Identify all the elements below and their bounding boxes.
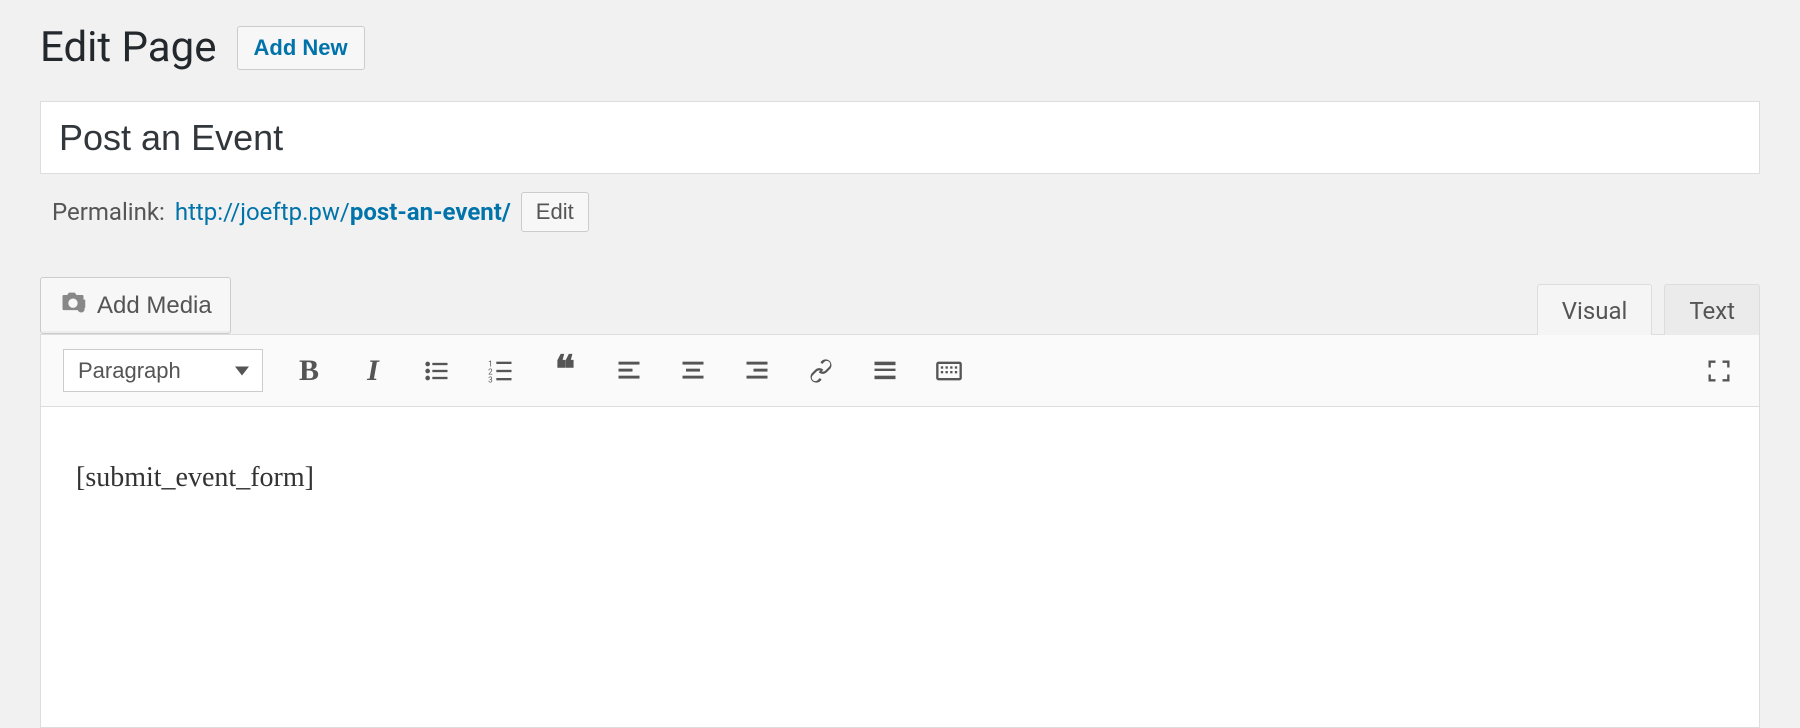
- add-media-button[interactable]: Add Media: [40, 277, 231, 334]
- link-icon: [807, 357, 835, 385]
- tab-visual[interactable]: Visual: [1537, 284, 1653, 335]
- numbered-list-button[interactable]: 123: [483, 353, 519, 389]
- add-media-label: Add Media: [97, 292, 212, 320]
- fullscreen-icon: [1705, 357, 1733, 385]
- align-left-icon: [615, 357, 643, 385]
- read-more-button[interactable]: [867, 353, 903, 389]
- align-right-icon: [743, 357, 771, 385]
- format-select[interactable]: Paragraph: [63, 349, 263, 392]
- toolbar-toggle-button[interactable]: [931, 353, 967, 389]
- blockquote-button[interactable]: ❝: [547, 353, 583, 389]
- link-button[interactable]: [803, 353, 839, 389]
- keyboard-icon: [935, 357, 963, 385]
- align-center-button[interactable]: [675, 353, 711, 389]
- permalink-base: http://joeftp.pw/: [175, 198, 350, 226]
- editor-content-area[interactable]: [submit_event_form]: [41, 407, 1759, 727]
- permalink-edit-button[interactable]: Edit: [521, 192, 589, 232]
- align-left-button[interactable]: [611, 353, 647, 389]
- numbered-list-icon: 123: [487, 357, 515, 385]
- fullscreen-button[interactable]: [1701, 353, 1737, 389]
- permalink-url[interactable]: http://joeftp.pw/post-an-event/: [175, 198, 511, 226]
- italic-button[interactable]: I: [355, 353, 391, 389]
- page-heading: Edit Page: [40, 25, 217, 71]
- bulleted-list-icon: [423, 357, 451, 385]
- editor-box: Paragraph B I 123 ❝: [40, 334, 1760, 728]
- align-center-icon: [679, 357, 707, 385]
- align-right-button[interactable]: [739, 353, 775, 389]
- camera-music-icon: [59, 288, 87, 323]
- editor-mode-tabs: Visual Text: [1537, 283, 1760, 334]
- permalink-row: Permalink: http://joeftp.pw/post-an-even…: [52, 192, 1760, 232]
- bulleted-list-button[interactable]: [419, 353, 455, 389]
- permalink-label: Permalink:: [52, 198, 165, 226]
- editor-toolbar: Paragraph B I 123 ❝: [41, 335, 1759, 407]
- permalink-slug: post-an-event/: [350, 198, 511, 226]
- bold-button[interactable]: B: [291, 353, 327, 389]
- page-title-input[interactable]: [40, 101, 1760, 174]
- add-new-button[interactable]: Add New: [237, 26, 365, 70]
- read-more-icon: [871, 357, 899, 385]
- svg-text:3: 3: [488, 375, 493, 385]
- tab-text[interactable]: Text: [1664, 284, 1760, 335]
